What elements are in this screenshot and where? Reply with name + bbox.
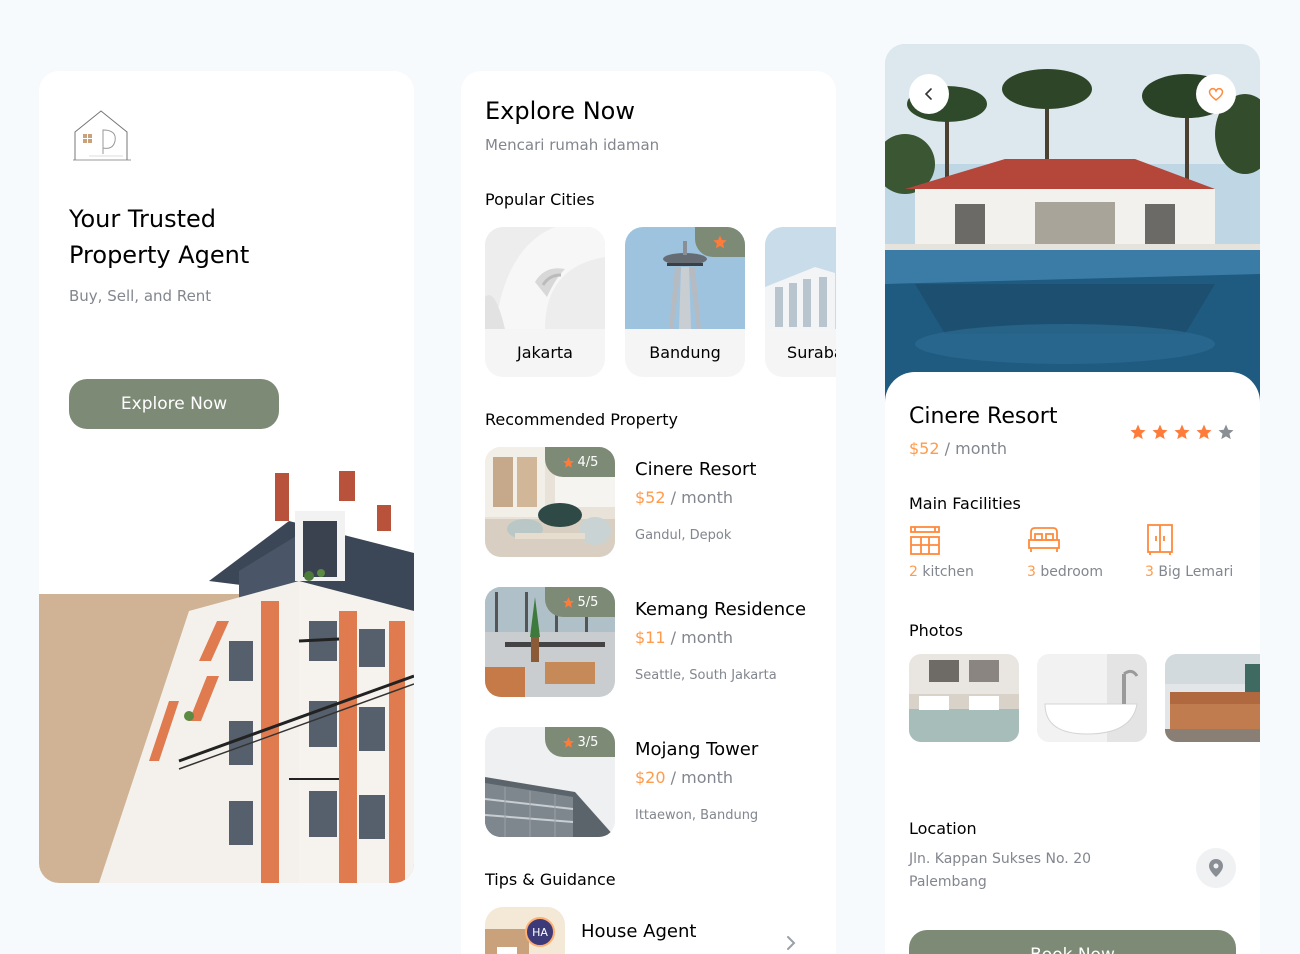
page-title: Explore Now [485,97,635,125]
star-empty-icon [1218,424,1234,440]
page-subtitle: Mencari rumah idaman [485,136,660,154]
property-detail-screen: Cinere Resort $52 / month Main Facilitie… [885,44,1260,954]
chevron-right-icon[interactable] [785,935,797,951]
city-name: Surabaya [787,343,836,362]
star-icon [1174,424,1190,440]
tip-title: House Agent [581,921,697,942]
headline: Your Trusted Property Agent [69,205,250,269]
star-icon [562,596,574,608]
rating-value: 5/5 [577,594,599,610]
splash-screen: Your Trusted Property Agent Buy, Sell, a… [39,71,414,883]
property-price: $11 / month [635,628,733,647]
favorite-button[interactable] [1196,74,1236,114]
rating-value: 4/5 [577,454,599,470]
property-card-kemang-residence[interactable]: 5/5 Kemang Residence $11 / month Seattle… [485,587,825,697]
city-photo [765,227,836,329]
address-line-1: Jln. Kappan Sukses No. 20 [909,851,1092,867]
bathroom-photo [1037,654,1147,742]
price-period: / month [670,628,734,647]
map-pin-button[interactable] [1196,848,1236,888]
tagline: Buy, Sell, and Rent [69,287,212,305]
star-icon [1196,424,1212,440]
bed-icon [1028,527,1060,552]
facility-label: 3 Big Lemari [1145,564,1234,580]
property-address: Gandul, Depok [635,528,732,543]
property-address: Seattle, South Jakarta [635,668,777,683]
property-thumbnail: 3/5 [485,727,615,837]
property-price: $20 / month [635,768,733,787]
facility-label: 3 bedroom [1027,564,1103,580]
city-name: Bandung [649,343,721,362]
price-amount: $52 [909,439,940,458]
facility-kitchen: 2 kitchen [909,524,1029,580]
apartment-building-image [99,471,414,883]
recommended-heading: Recommended Property [485,410,678,429]
facility-wardrobe: 3 Big Lemari [1145,524,1260,580]
facility-label: 2 kitchen [909,564,974,580]
property-card-mojang-tower[interactable]: 3/5 Mojang Tower $20 / month Ittaewon, B… [485,727,825,837]
property-card-cinere-resort[interactable]: 4/5 Cinere Resort $52 / month Gandul, De… [485,447,825,557]
price-amount: $11 [635,628,666,647]
rating-badge: 4/5 [545,447,615,477]
agent-avatar: HA [525,917,555,947]
price-period: / month [670,768,734,787]
rating-badge: 3/5 [545,727,615,757]
location-address: Jln. Kappan Sukses No. 20 Palembang [909,848,1129,894]
facilities-heading: Main Facilities [909,494,1021,513]
city-name: Jakarta [517,343,573,362]
featured-badge [695,227,745,257]
book-now-button[interactable]: Book Now [909,930,1236,954]
address-line-2: Palembang [909,874,987,890]
star-icon [562,456,574,468]
property-price: $52 / month [635,488,733,507]
property-name: Mojang Tower [635,739,759,760]
back-button[interactable] [909,74,949,114]
price-period: / month [670,488,734,507]
popular-cities-heading: Popular Cities [485,190,595,209]
location-heading: Location [909,819,977,838]
house-logo-icon [73,110,131,161]
city-card-bandung[interactable]: Bandung [625,227,745,377]
wardrobe-icon [1147,524,1173,555]
map-pin-icon [1209,859,1223,877]
chevron-left-icon [924,88,932,100]
property-name: Cinere Resort [635,459,757,480]
property-name: Kemang Residence [635,599,807,620]
photos-heading: Photos [909,621,963,640]
explore-screen: Explore Now Mencari rumah idaman Popular… [461,71,836,954]
property-price: $52 / month [909,439,1007,458]
detail-sheet: Cinere Resort $52 / month Main Facilitie… [885,372,1260,954]
rating-value: 3/5 [577,734,599,750]
rating-badge: 5/5 [545,587,615,617]
tip-card-house-agent[interactable]: HA House Agent [485,907,815,954]
price-amount: $52 [635,488,666,507]
property-title: Cinere Resort [909,404,1058,429]
star-icon [713,235,727,249]
heart-icon [1208,87,1224,101]
price-period: / month [944,439,1008,458]
photo-thumbnail[interactable] [1037,654,1147,742]
rating-stars [1129,423,1235,441]
star-icon [1130,424,1146,440]
kitchen-icon [910,526,940,555]
photo-thumbnail[interactable] [909,654,1019,742]
star-icon [562,736,574,748]
property-thumbnail: 4/5 [485,447,615,557]
city-card-surabaya[interactable]: Surabaya [765,227,836,377]
property-thumbnail: 5/5 [485,587,615,697]
explore-now-button[interactable]: Explore Now [69,379,279,429]
living-room-photo [1165,654,1260,742]
popular-cities-list[interactable]: Jakarta Bandung Surab [485,227,836,377]
city-card-jakarta[interactable]: Jakarta [485,227,605,377]
city-photo [485,227,605,329]
bedroom-photo [909,654,1019,742]
property-address: Ittaewon, Bandung [635,808,759,823]
tips-heading: Tips & Guidance [485,870,616,889]
price-amount: $20 [635,768,666,787]
facility-bedroom: 3 bedroom [1027,524,1147,580]
star-icon [1152,424,1168,440]
photo-thumbnail[interactable] [1165,654,1260,742]
